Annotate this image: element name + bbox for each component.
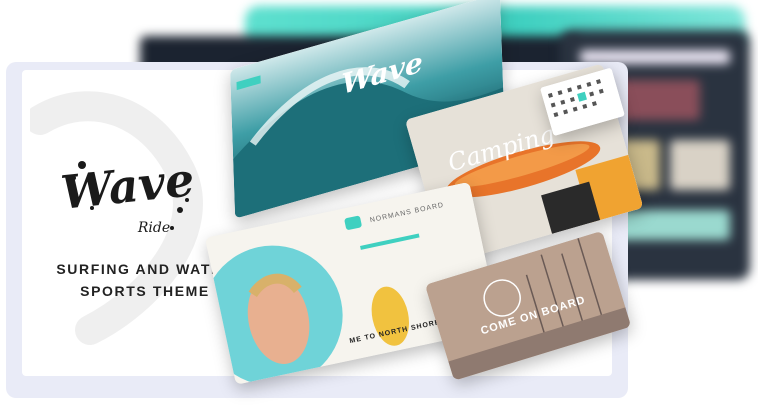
wave-ride-logo: Wave Ride [58, 140, 202, 250]
logo-sub-text: Ride [137, 220, 170, 236]
